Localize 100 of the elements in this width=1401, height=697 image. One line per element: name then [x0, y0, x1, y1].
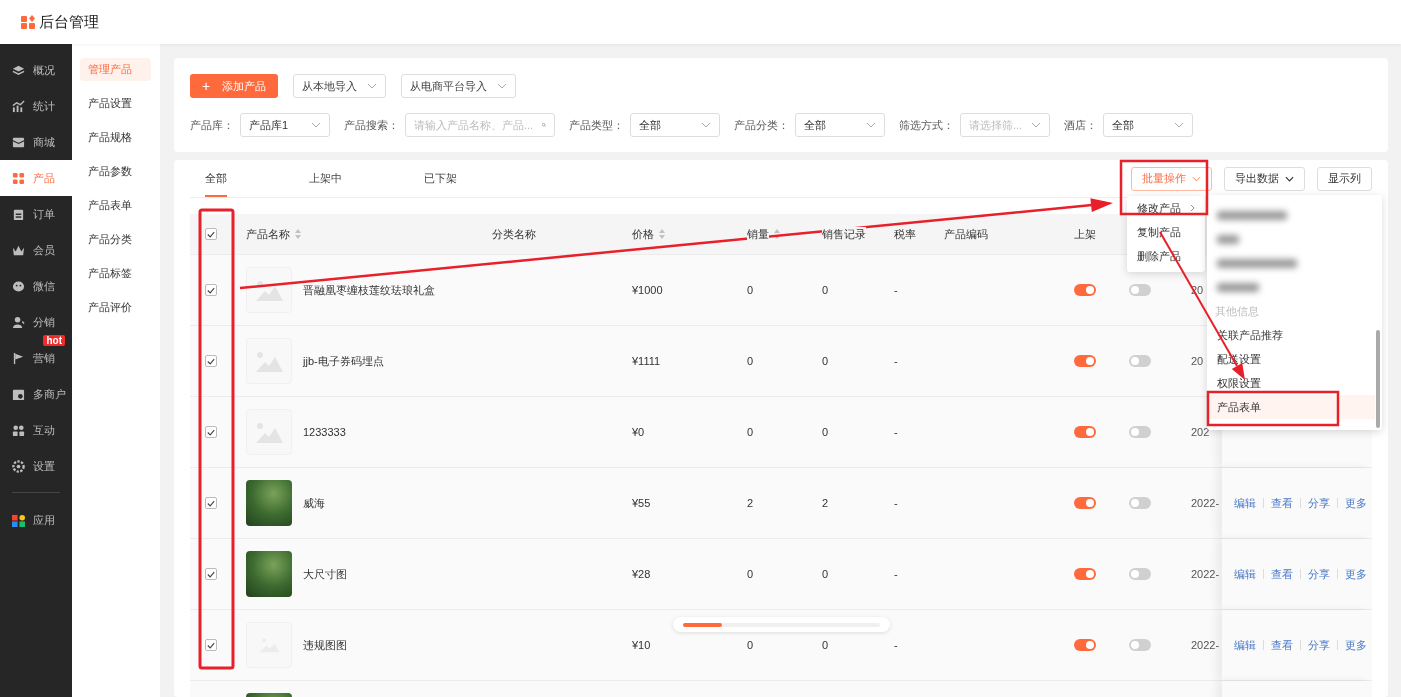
checkbox[interactable]: [205, 426, 217, 438]
toggle-switch[interactable]: [1129, 355, 1151, 367]
sub-sidebar-item[interactable]: 产品参数: [80, 154, 151, 188]
action-link[interactable]: 分享: [1308, 637, 1330, 653]
sales-records-count: 0: [822, 284, 829, 296]
date-text: 2022-: [1191, 497, 1220, 509]
sales-records-count: 0: [822, 568, 829, 580]
action-link[interactable]: 分享: [1308, 495, 1330, 511]
column-header: 产品编码: [944, 226, 988, 242]
tax-rate-text: -: [894, 426, 898, 438]
chevron-down-icon: [1285, 175, 1294, 182]
toggle-switch[interactable]: [1129, 426, 1151, 438]
sidebar-item[interactable]: 营销: [0, 346, 72, 370]
filter-label: 产品搜索：: [344, 117, 399, 133]
sales-count: 0: [747, 568, 754, 580]
product-name: 1233333: [303, 426, 346, 438]
chevron-right-icon: [1190, 204, 1195, 212]
people-icon: [12, 423, 25, 437]
action-link[interactable]: 更多: [1345, 566, 1367, 582]
tax-rate-text: -: [894, 639, 898, 651]
layers-icon: [12, 63, 25, 77]
chevron-down-icon: [367, 83, 378, 89]
scrollbar[interactable]: [1376, 330, 1380, 428]
sub-sidebar-item[interactable]: 产品设置: [80, 86, 151, 120]
sidebar-item[interactable]: 微信: [0, 268, 72, 304]
toggle-switch[interactable]: [1074, 639, 1096, 651]
sidebar-item[interactable]: 设置: [0, 448, 72, 484]
toggle-switch[interactable]: [1074, 426, 1096, 438]
toggle-switch[interactable]: [1074, 355, 1096, 367]
toggle-switch[interactable]: [1129, 284, 1151, 296]
export-data-button[interactable]: 导出数据: [1224, 166, 1305, 191]
price-text: ¥28: [632, 568, 651, 580]
action-link[interactable]: 分享: [1308, 566, 1330, 582]
toggle-switch[interactable]: [1074, 497, 1096, 509]
column-header: 上架: [1074, 226, 1096, 242]
action-link[interactable]: 编辑: [1234, 637, 1256, 653]
price-text: ¥55: [632, 497, 651, 509]
import-dropdown[interactable]: 从电商平台导入: [401, 74, 517, 98]
search-field[interactable]: 请输入产品名称、产品...: [405, 113, 555, 137]
tab[interactable]: 上架中: [309, 160, 342, 197]
toggle-switch[interactable]: [1129, 639, 1151, 651]
action-link[interactable]: 查看: [1271, 566, 1293, 582]
tab[interactable]: 全部: [205, 160, 227, 197]
chevron-down-icon: [866, 122, 876, 128]
action-link[interactable]: 查看: [1271, 637, 1293, 653]
price-text: ¥1000: [632, 284, 663, 296]
sidebar-item[interactable]: 统计: [0, 88, 72, 124]
filter-select[interactable]: 产品库1: [240, 113, 330, 137]
filter-select[interactable]: 全部: [795, 113, 885, 137]
action-link[interactable]: 更多: [1345, 495, 1367, 511]
filter-select[interactable]: 全部: [1103, 113, 1193, 137]
sales-count: 0: [747, 284, 754, 296]
menu-item[interactable]: 产品表单: [1207, 395, 1375, 419]
action-link[interactable]: 编辑: [1234, 566, 1256, 582]
price-text: ¥0: [632, 426, 645, 438]
checkbox[interactable]: [205, 568, 217, 580]
toggle-switch[interactable]: [1074, 284, 1096, 296]
checkbox[interactable]: [205, 228, 217, 240]
sales-count: 0: [747, 355, 754, 367]
column-header: 分类名称: [492, 226, 536, 242]
date-text: 20: [1191, 355, 1204, 367]
sidebar-item[interactable]: 互动: [0, 412, 72, 448]
filter-label: 筛选方式：: [899, 117, 954, 133]
sidebar-item[interactable]: 多商户: [0, 376, 72, 412]
sub-sidebar-item[interactable]: 产品表单: [80, 188, 151, 222]
action-link[interactable]: 查看: [1271, 495, 1293, 511]
toggle-switch[interactable]: [1074, 568, 1096, 580]
chevron-down-icon: [701, 122, 711, 128]
sidebar-item[interactable]: 应用: [0, 502, 72, 538]
sub-sidebar-item[interactable]: 产品分类: [80, 222, 151, 256]
sub-sidebar-item[interactable]: 产品评价: [80, 290, 151, 324]
sales-records-count: 0: [822, 639, 829, 651]
sidebar-item[interactable]: 商城: [0, 124, 72, 160]
filter-select[interactable]: 全部: [630, 113, 720, 137]
checkbox[interactable]: [205, 497, 217, 509]
filter-label: 产品分类：: [734, 117, 789, 133]
sidebar-item[interactable]: 会员: [0, 232, 72, 268]
menu-item[interactable]: 修改产品: [1127, 196, 1205, 220]
menu-item[interactable]: 权限设置: [1207, 371, 1375, 395]
sidebar-item[interactable]: 订单: [0, 196, 72, 232]
sub-sidebar-item[interactable]: 产品标签: [80, 256, 151, 290]
checkbox[interactable]: [205, 284, 217, 296]
import-dropdown[interactable]: 从本地导入: [293, 74, 387, 98]
toggle-switch[interactable]: [1129, 568, 1151, 580]
toggle-switch[interactable]: [1129, 497, 1151, 509]
chevron-down-icon: [1192, 175, 1201, 182]
tab[interactable]: 已下架: [424, 160, 457, 197]
show-columns-button[interactable]: 显示列: [1317, 166, 1372, 191]
image-placeholder: [246, 267, 292, 313]
photo-placeholder: [246, 551, 292, 597]
sort-icon[interactable]: [774, 229, 780, 239]
sidebar-item[interactable]: 概况: [0, 52, 72, 88]
action-link[interactable]: 更多: [1345, 637, 1367, 653]
crown-icon: [12, 243, 25, 257]
checkbox[interactable]: [205, 639, 217, 651]
action-link[interactable]: 编辑: [1234, 495, 1256, 511]
sub-sidebar-item[interactable]: 产品规格: [80, 120, 151, 154]
product-name: 晋融凰枣缠枝莲纹珐琅礼盒: [303, 282, 435, 298]
checkbox[interactable]: [205, 355, 217, 367]
sales-records-count: 0: [822, 355, 829, 367]
